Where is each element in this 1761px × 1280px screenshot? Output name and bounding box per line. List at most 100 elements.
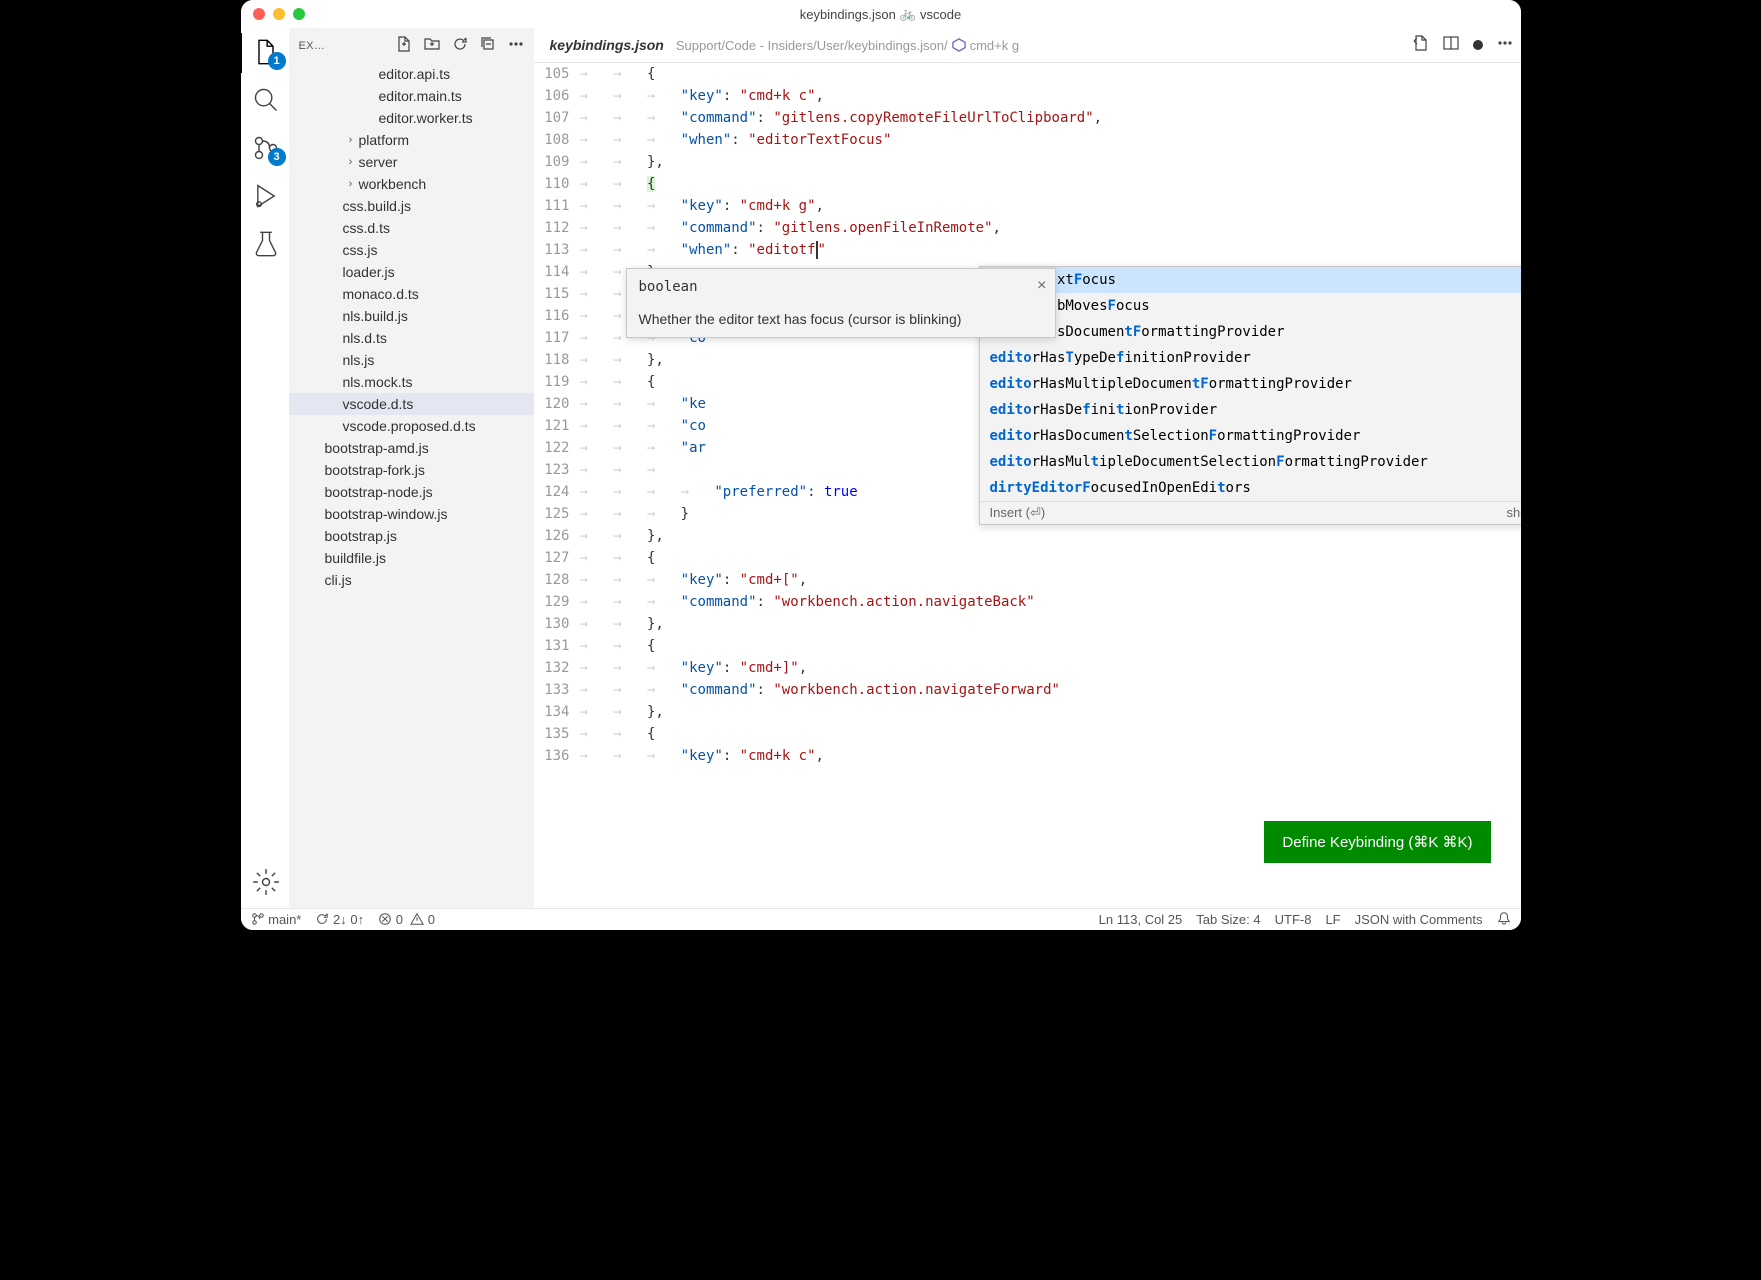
tooltip-type: boolean [639, 279, 1043, 295]
close-window-button[interactable] [253, 8, 265, 20]
gear-icon[interactable] [252, 868, 280, 896]
tree-item-label: bootstrap-node.js [325, 484, 433, 500]
tree-file[interactable]: editor.api.ts [289, 63, 534, 85]
refresh-icon[interactable] [452, 36, 468, 55]
tree-folder[interactable]: ›platform [289, 129, 534, 151]
tree-file[interactable]: nls.d.ts [289, 327, 534, 349]
more-actions-icon[interactable] [1497, 35, 1513, 56]
tree-item-label: css.js [343, 242, 378, 258]
language-mode[interactable]: JSON with Comments [1355, 912, 1483, 927]
tree-item-label: css.build.js [343, 198, 411, 214]
tree-file[interactable]: bootstrap-amd.js [289, 437, 534, 459]
tree-file[interactable]: buildfile.js [289, 547, 534, 569]
tree-item-label: buildfile.js [325, 550, 386, 566]
tree-item-label: nls.js [343, 352, 375, 368]
run-debug-icon[interactable] [252, 182, 280, 210]
tree-file[interactable]: css.d.ts [289, 217, 534, 239]
file-tree[interactable]: editor.api.ts editor.main.ts editor.worker… [289, 63, 534, 908]
tree-file[interactable]: editor.main.ts [289, 85, 534, 107]
tree-file[interactable]: css.build.js [289, 195, 534, 217]
tree-file[interactable]: editor.worker.ts [289, 107, 534, 129]
git-branch[interactable]: main* [251, 912, 302, 927]
problems-status[interactable]: 0 0 [378, 912, 435, 927]
eol[interactable]: LF [1325, 912, 1340, 927]
tree-file[interactable]: bootstrap-node.js [289, 481, 534, 503]
minimize-window-button[interactable] [273, 8, 285, 20]
tree-file[interactable]: vscode.d.ts [289, 393, 534, 415]
tree-item-label: server [359, 154, 398, 170]
hover-tooltip: × boolean Whether the editor text has fo… [626, 268, 1056, 338]
explorer-icon[interactable]: 1 [252, 38, 280, 66]
tab-size[interactable]: Tab Size: 4 [1196, 912, 1260, 927]
tree-item-label: editor.api.ts [379, 66, 451, 82]
suggest-widget[interactable]: editorTextFocuseditorTabMovesFocuseditor… [979, 266, 1521, 525]
tree-file[interactable]: vscode.proposed.d.ts [289, 415, 534, 437]
tree-item-label: vscode.d.ts [343, 396, 414, 412]
new-folder-icon[interactable] [424, 36, 440, 55]
tree-file[interactable]: cli.js [289, 569, 534, 591]
tab-bar: keybindings.json Support/Code - Insiders… [534, 28, 1521, 63]
window-title: keybindings.json 🚲 vscode [800, 6, 962, 22]
suggest-show-more[interactable]: show more (F1) [1506, 505, 1520, 521]
tree-item-label: vscode.proposed.d.ts [343, 418, 476, 434]
explorer-badge: 1 [268, 52, 286, 70]
tree-folder[interactable]: ›server [289, 151, 534, 173]
tree-item-label: bootstrap-window.js [325, 506, 448, 522]
tree-item-label: platform [359, 132, 410, 148]
chevron-right-icon: › [343, 178, 359, 190]
suggest-item[interactable]: editorHasDefinitionProvider [980, 397, 1521, 423]
split-editor-icon[interactable] [1443, 35, 1459, 56]
tab-keybindings[interactable]: keybindings.json [542, 37, 672, 53]
source-control-icon[interactable]: 3 [252, 134, 280, 162]
collapse-all-icon[interactable] [480, 36, 496, 55]
tree-item-label: loader.js [343, 264, 395, 280]
breadcrumb[interactable]: Support/Code - Insiders/User/keybindings… [676, 38, 1019, 53]
scm-badge: 3 [268, 148, 286, 166]
activity-bar: 1 3 [241, 28, 289, 908]
more-icon[interactable] [508, 36, 524, 55]
tree-file[interactable]: bootstrap-fork.js [289, 459, 534, 481]
line-numbers: 1051061071081091101111121131141151161171… [534, 63, 580, 908]
tree-file[interactable]: monaco.d.ts [289, 283, 534, 305]
open-changes-icon[interactable] [1413, 35, 1429, 56]
tree-file[interactable]: loader.js [289, 261, 534, 283]
new-file-icon[interactable] [396, 36, 412, 55]
suggest-item[interactable]: editorHasTypeDefinitionProvider [980, 345, 1521, 371]
tree-file[interactable]: nls.mock.ts [289, 371, 534, 393]
tree-item-label: monaco.d.ts [343, 286, 419, 302]
tree-file[interactable]: css.js [289, 239, 534, 261]
encoding[interactable]: UTF-8 [1275, 912, 1312, 927]
maximize-window-button[interactable] [293, 8, 305, 20]
chevron-right-icon: › [343, 134, 359, 146]
tree-item-label: nls.build.js [343, 308, 408, 324]
suggest-item[interactable]: editorHasMultipleDocumentFormattingProvi… [980, 371, 1521, 397]
suggest-item[interactable]: editorHasMultipleDocumentSelectionFormat… [980, 449, 1521, 475]
tree-file[interactable]: bootstrap.js [289, 525, 534, 547]
define-keybinding-button[interactable]: Define Keybinding (⌘K ⌘K) [1264, 821, 1490, 863]
cursor-position[interactable]: Ln 113, Col 25 [1099, 912, 1183, 927]
sync-status[interactable]: 2↓ 0↑ [315, 912, 364, 927]
beaker-icon[interactable] [252, 230, 280, 258]
close-icon[interactable]: × [1037, 277, 1046, 295]
search-icon[interactable] [252, 86, 280, 114]
tree-folder[interactable]: ›workbench [289, 173, 534, 195]
sidebar-header-label: EX… [299, 40, 326, 52]
suggest-item[interactable]: dirtyEditorFocusedInOpenEditors [980, 475, 1521, 501]
tree-file[interactable]: nls.build.js [289, 305, 534, 327]
suggest-item[interactable]: editorHasDocumentFormattingProvider [980, 319, 1521, 345]
suggest-item[interactable]: editorHasDocumentSelectionFormattingProv… [980, 423, 1521, 449]
tree-item-label: editor.worker.ts [379, 110, 473, 126]
tree-file[interactable]: bootstrap-window.js [289, 503, 534, 525]
tooltip-description: Whether the editor text has focus (curso… [639, 311, 1043, 327]
tree-item-label: editor.main.ts [379, 88, 462, 104]
tree-item-label: workbench [359, 176, 427, 192]
bell-icon[interactable] [1497, 911, 1511, 928]
titlebar: keybindings.json 🚲 vscode [241, 0, 1521, 28]
tree-item-label: cli.js [325, 572, 352, 588]
suggest-item[interactable]: editorTextFocus [980, 267, 1521, 293]
tree-item-label: nls.mock.ts [343, 374, 413, 390]
tree-item-label: bootstrap-fork.js [325, 462, 425, 478]
suggest-item[interactable]: editorTabMovesFocus [980, 293, 1521, 319]
tree-file[interactable]: nls.js [289, 349, 534, 371]
chevron-right-icon: › [343, 156, 359, 168]
